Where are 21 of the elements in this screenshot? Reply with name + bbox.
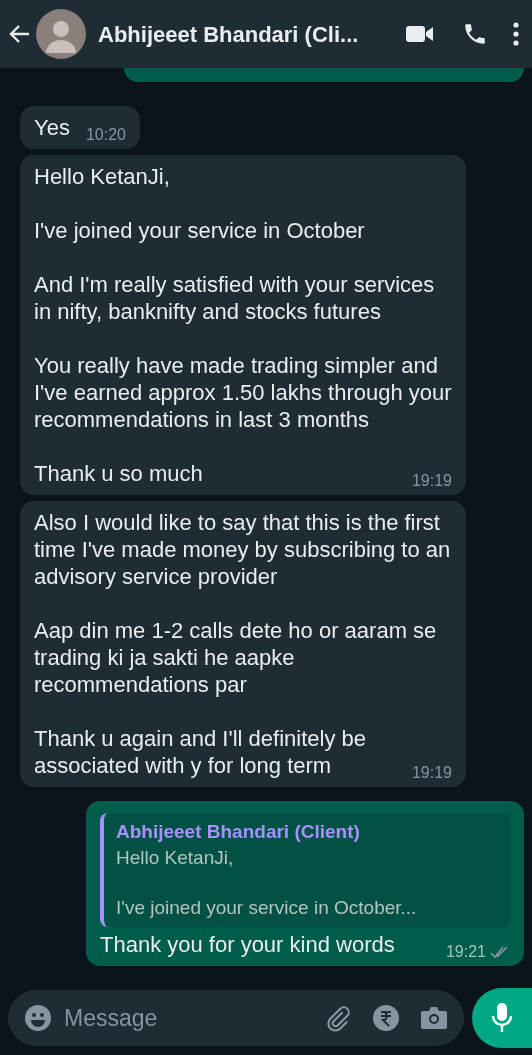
message-field[interactable]: Message (8, 990, 464, 1046)
quoted-text: Hello KetanJi, (116, 846, 235, 870)
message-text: And I'm really satisfied with your services in nifty, banknifty and stocks futures (34, 271, 436, 325)
message-time: 10:20 (85, 125, 126, 145)
message-text: Hello KetanJi, (34, 163, 171, 190)
message-text: You really have made trading simpler and I've earned approx 1.50 lakhs through your recommendations in last 3 months (34, 352, 452, 433)
message-text: Also I would like to say that this is the first time I've made money by subscribing to an advisory service provider (34, 509, 452, 590)
quoted-author: Abhijeeet Bhandari (Client) (116, 820, 361, 844)
message-text: Thank you for your kind words (100, 931, 395, 958)
message-text: I've joined your service in October (34, 217, 366, 244)
message-text: Thank u again and I'll definitely be associated with y for long term (34, 725, 367, 779)
message-text: Thank u so much (34, 460, 203, 487)
quoted-message[interactable]: Abhijeeet Bhandari (Client) Hello KetanJi, I've joined your service in October... (100, 813, 510, 927)
message-time: 19:21 (445, 942, 486, 962)
message-time: 19:19 (411, 763, 452, 783)
message-time: 19:19 (411, 471, 452, 491)
message-text: Aap din me 1-2 calls dete ho or aaram se trading ki ja sakti he aapke recommendations par (34, 617, 438, 698)
message-input[interactable]: Message (64, 1000, 324, 1036)
contact-name[interactable]: Abhijeeet Bhandari (Cli... (98, 17, 390, 51)
quoted-text: I've joined your service in October... (116, 896, 418, 920)
message-text: Yes (34, 114, 70, 141)
